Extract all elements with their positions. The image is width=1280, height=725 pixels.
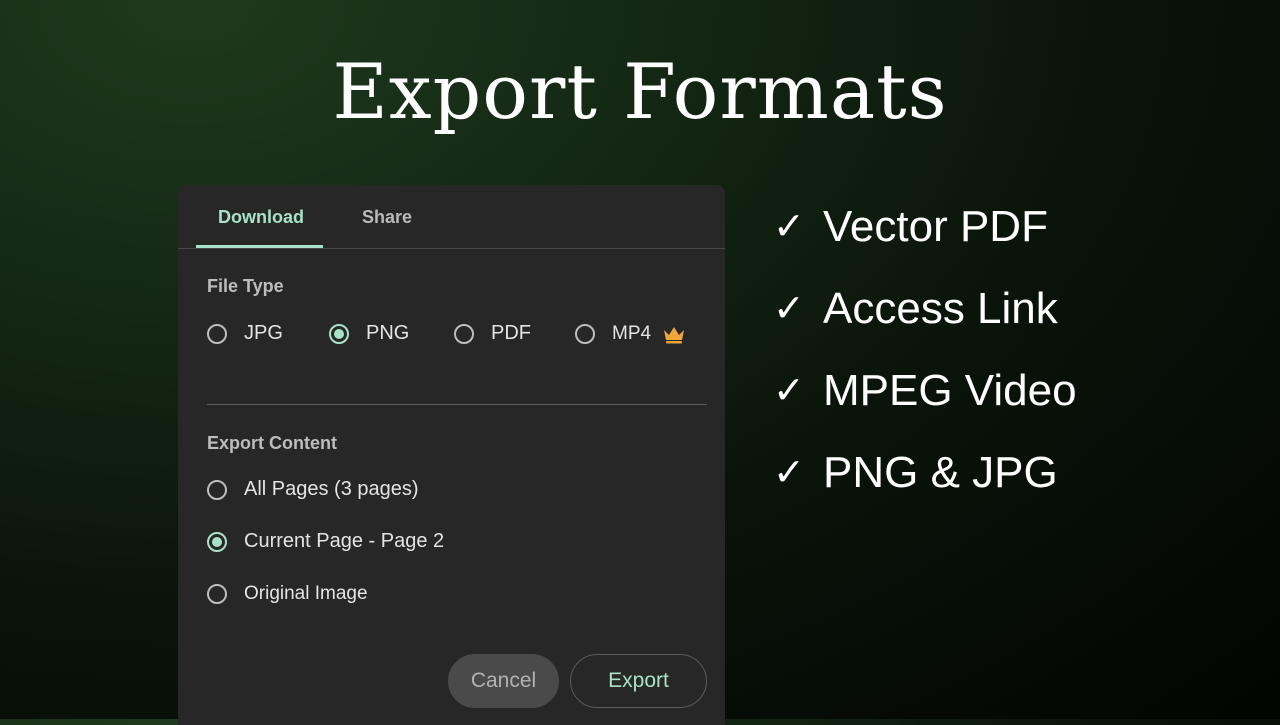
export-button[interactable]: Export xyxy=(570,654,707,708)
radio-png[interactable] xyxy=(329,324,349,344)
tab-bar: Download Share xyxy=(178,185,725,249)
feature-item: ✓ PNG & JPG xyxy=(773,451,1058,495)
option-label-current-page[interactable]: Current Page - Page 2 xyxy=(244,530,444,553)
export-dialog: Download Share File Type JPG PNG PDF MP4… xyxy=(178,185,725,725)
section-divider xyxy=(207,404,707,405)
feature-item: ✓ Access Link xyxy=(773,287,1058,331)
option-label-mp4[interactable]: MP4 xyxy=(612,323,651,345)
radio-pdf[interactable] xyxy=(454,324,474,344)
export-content-label: Export Content xyxy=(207,433,337,453)
radio-jpg[interactable] xyxy=(207,324,227,344)
feature-item: ✓ Vector PDF xyxy=(773,205,1048,249)
option-label-original-image[interactable]: Original Image xyxy=(244,583,368,605)
feature-label: PNG & JPG xyxy=(823,448,1058,497)
tab-share[interactable]: Share xyxy=(362,207,412,228)
radio-current-page[interactable] xyxy=(207,532,227,552)
cancel-button[interactable]: Cancel xyxy=(448,654,559,708)
option-label-png[interactable]: PNG xyxy=(366,322,409,345)
feature-item: ✓ MPEG Video xyxy=(773,369,1077,413)
check-icon: ✓ xyxy=(773,206,805,248)
active-tab-indicator xyxy=(196,245,323,248)
feature-label: Vector PDF xyxy=(823,202,1048,251)
option-label-pdf[interactable]: PDF xyxy=(491,322,531,345)
radio-mp4[interactable] xyxy=(575,324,595,344)
check-icon: ✓ xyxy=(773,288,805,330)
radio-original-image[interactable] xyxy=(207,584,227,604)
radio-all-pages[interactable] xyxy=(207,480,227,500)
check-icon: ✓ xyxy=(773,452,805,494)
page-title: Export Formats xyxy=(332,47,948,136)
tab-download[interactable]: Download xyxy=(218,207,304,228)
check-icon: ✓ xyxy=(773,370,805,412)
feature-label: MPEG Video xyxy=(823,366,1077,415)
option-label-all-pages[interactable]: All Pages (3 pages) xyxy=(244,478,419,501)
file-type-label: File Type xyxy=(207,276,284,296)
option-label-jpg[interactable]: JPG xyxy=(244,322,283,345)
feature-label: Access Link xyxy=(823,284,1058,333)
crown-icon xyxy=(664,327,684,344)
